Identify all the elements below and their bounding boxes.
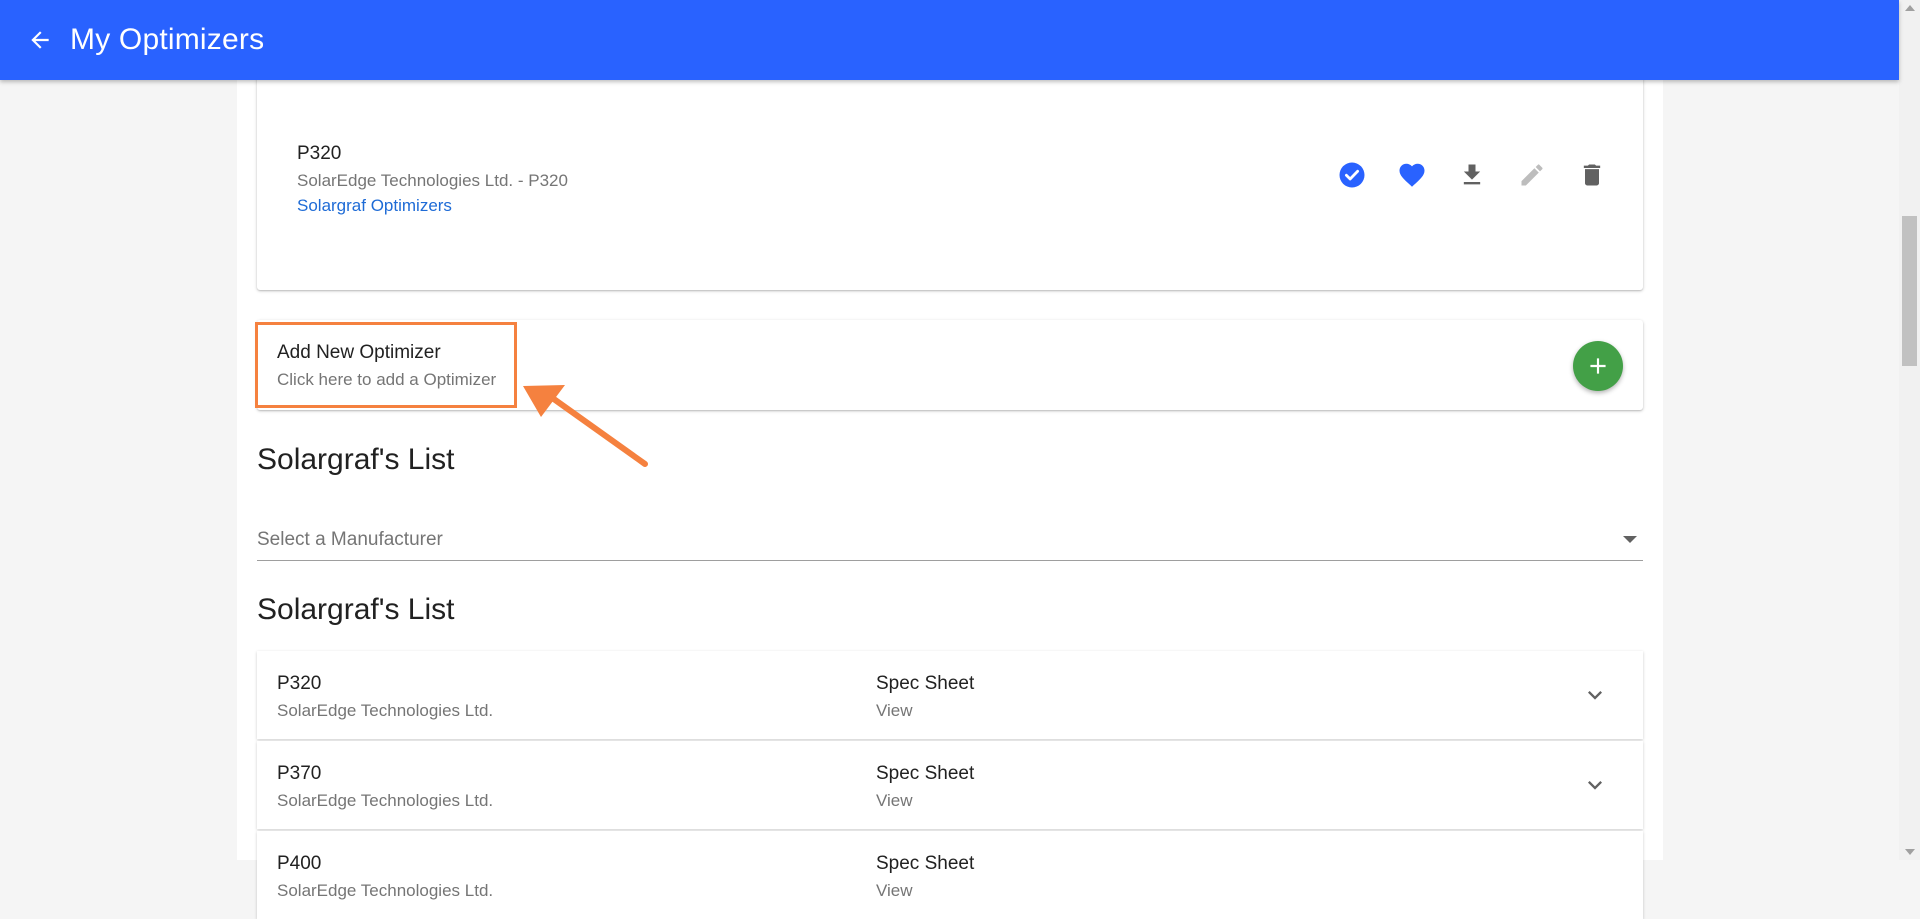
chevron-down-icon[interactable] xyxy=(1581,771,1609,799)
verified-button[interactable] xyxy=(1337,160,1367,190)
list-item-name: P370 xyxy=(277,763,322,784)
back-button[interactable] xyxy=(20,20,60,60)
section-title-list: Solargraf's List xyxy=(257,593,455,626)
list-item-manufacturer: SolarEdge Technologies Ltd. xyxy=(277,791,494,810)
scrollbar[interactable] xyxy=(1899,0,1920,860)
chevron-down-icon[interactable] xyxy=(1581,681,1609,709)
download-button[interactable] xyxy=(1457,160,1487,190)
scrollbar-thumb[interactable] xyxy=(1902,216,1917,366)
main-content: P320 SolarEdge Technologies Ltd. - P320 … xyxy=(237,0,1663,919)
section-title-filter: Solargraf's List xyxy=(257,443,455,476)
spec-sheet-view-link[interactable]: View xyxy=(876,881,974,901)
heart-icon xyxy=(1399,163,1425,187)
spec-sheet-label: Spec Sheet xyxy=(876,673,975,694)
dropdown-arrow-icon xyxy=(1623,536,1637,543)
list-item-name: P320 xyxy=(277,673,322,694)
spec-sheet-view-link[interactable]: View xyxy=(876,791,974,811)
scroll-up-icon[interactable] xyxy=(1905,5,1915,11)
spec-sheet-view-link[interactable]: View xyxy=(876,701,974,721)
list-item-name: P400 xyxy=(277,853,322,874)
download-icon xyxy=(1463,164,1481,185)
spec-sheet-label: Spec Sheet xyxy=(876,853,975,874)
annotation-arrow-icon xyxy=(523,385,648,467)
manufacturer-select-placeholder: Select a Manufacturer xyxy=(257,529,443,550)
delete-icon xyxy=(1583,164,1601,186)
highlight-box xyxy=(255,322,517,408)
list-item[interactable]: P320 SolarEdge Technologies Ltd. Spec Sh… xyxy=(257,651,1643,739)
my-optimizer-info: P320 SolarEdge Technologies Ltd. - P320 … xyxy=(297,143,568,216)
page-title: My Optimizers xyxy=(70,23,265,56)
check-circle-icon xyxy=(1339,162,1365,188)
app-bar: My Optimizers xyxy=(0,0,1899,80)
arrow-back-icon xyxy=(31,31,49,49)
edit-button[interactable] xyxy=(1517,160,1547,190)
manufacturer-select[interactable]: Select a Manufacturer xyxy=(257,524,1643,561)
optimizer-description: SolarEdge Technologies Ltd. - P320 xyxy=(297,171,568,190)
spec-sheet-label: Spec Sheet xyxy=(876,763,975,784)
list-item[interactable]: P400 SolarEdge Technologies Ltd. Spec Sh… xyxy=(257,831,1643,919)
list-item-manufacturer: SolarEdge Technologies Ltd. xyxy=(277,881,494,900)
optimizer-name: P320 xyxy=(297,143,342,164)
add-optimizer-button[interactable] xyxy=(1573,341,1623,391)
optimizer-source-link[interactable]: Solargraf Optimizers xyxy=(297,196,568,216)
plus-icon xyxy=(1590,358,1606,374)
scroll-down-icon[interactable] xyxy=(1905,849,1915,855)
delete-button[interactable] xyxy=(1577,160,1607,190)
list-item-manufacturer: SolarEdge Technologies Ltd. xyxy=(277,701,494,720)
my-optimizer-card: P320 SolarEdge Technologies Ltd. - P320 … xyxy=(257,60,1643,290)
favorite-button[interactable] xyxy=(1397,160,1427,190)
optimizer-actions xyxy=(1337,160,1607,190)
list-item[interactable]: P370 SolarEdge Technologies Ltd. Spec Sh… xyxy=(257,741,1643,829)
edit-icon xyxy=(1521,164,1543,186)
